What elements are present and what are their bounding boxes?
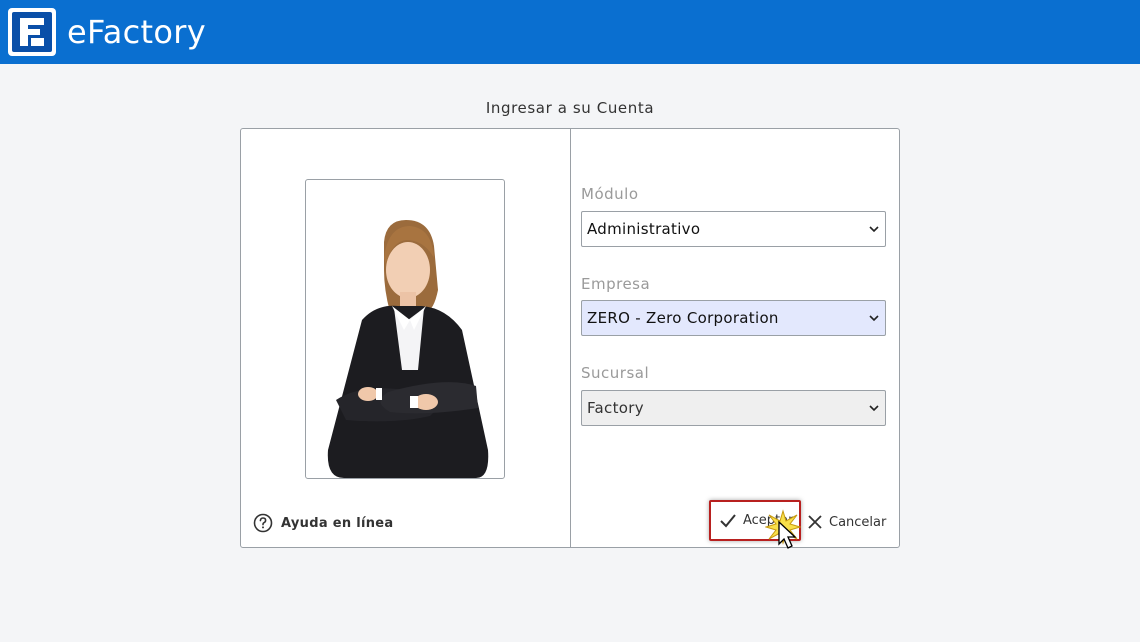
chevron-down-icon (869, 405, 879, 412)
chevron-down-icon (869, 315, 879, 322)
login-dialog: Ayuda en línea Módulo Administrativo Emp… (240, 128, 900, 549)
cancel-button-label: Cancelar (829, 514, 887, 530)
user-photo (305, 179, 505, 479)
chevron-down-icon (869, 226, 879, 233)
dialog-divider (570, 129, 571, 547)
empresa-select-value: ZERO - Zero Corporation (587, 309, 779, 327)
efactory-logo-icon (8, 8, 56, 56)
modulo-label: Módulo (581, 185, 639, 203)
top-bar: eFactory (0, 0, 1140, 64)
app-title: eFactory (67, 13, 206, 51)
cancel-button[interactable]: Cancelar (807, 511, 886, 533)
sucursal-select-value: Factory (587, 399, 644, 417)
businesswoman-photo (327, 220, 489, 478)
sucursal-select[interactable]: Factory (581, 390, 886, 426)
help-link[interactable]: Ayuda en línea (253, 512, 394, 534)
dialog-title: Ingresar a su Cuenta (485, 99, 655, 117)
checkmark-icon (720, 513, 736, 527)
empresa-label: Empresa (581, 275, 651, 293)
sucursal-label: Sucursal (581, 364, 650, 382)
modulo-select-value: Administrativo (587, 220, 701, 238)
mouse-pointer-icon (778, 520, 797, 549)
close-icon (808, 515, 822, 529)
question-circle-icon (253, 513, 273, 533)
empresa-select[interactable]: ZERO - Zero Corporation (581, 300, 886, 336)
help-link-label: Ayuda en línea (281, 515, 394, 531)
modulo-select[interactable]: Administrativo (581, 211, 886, 247)
